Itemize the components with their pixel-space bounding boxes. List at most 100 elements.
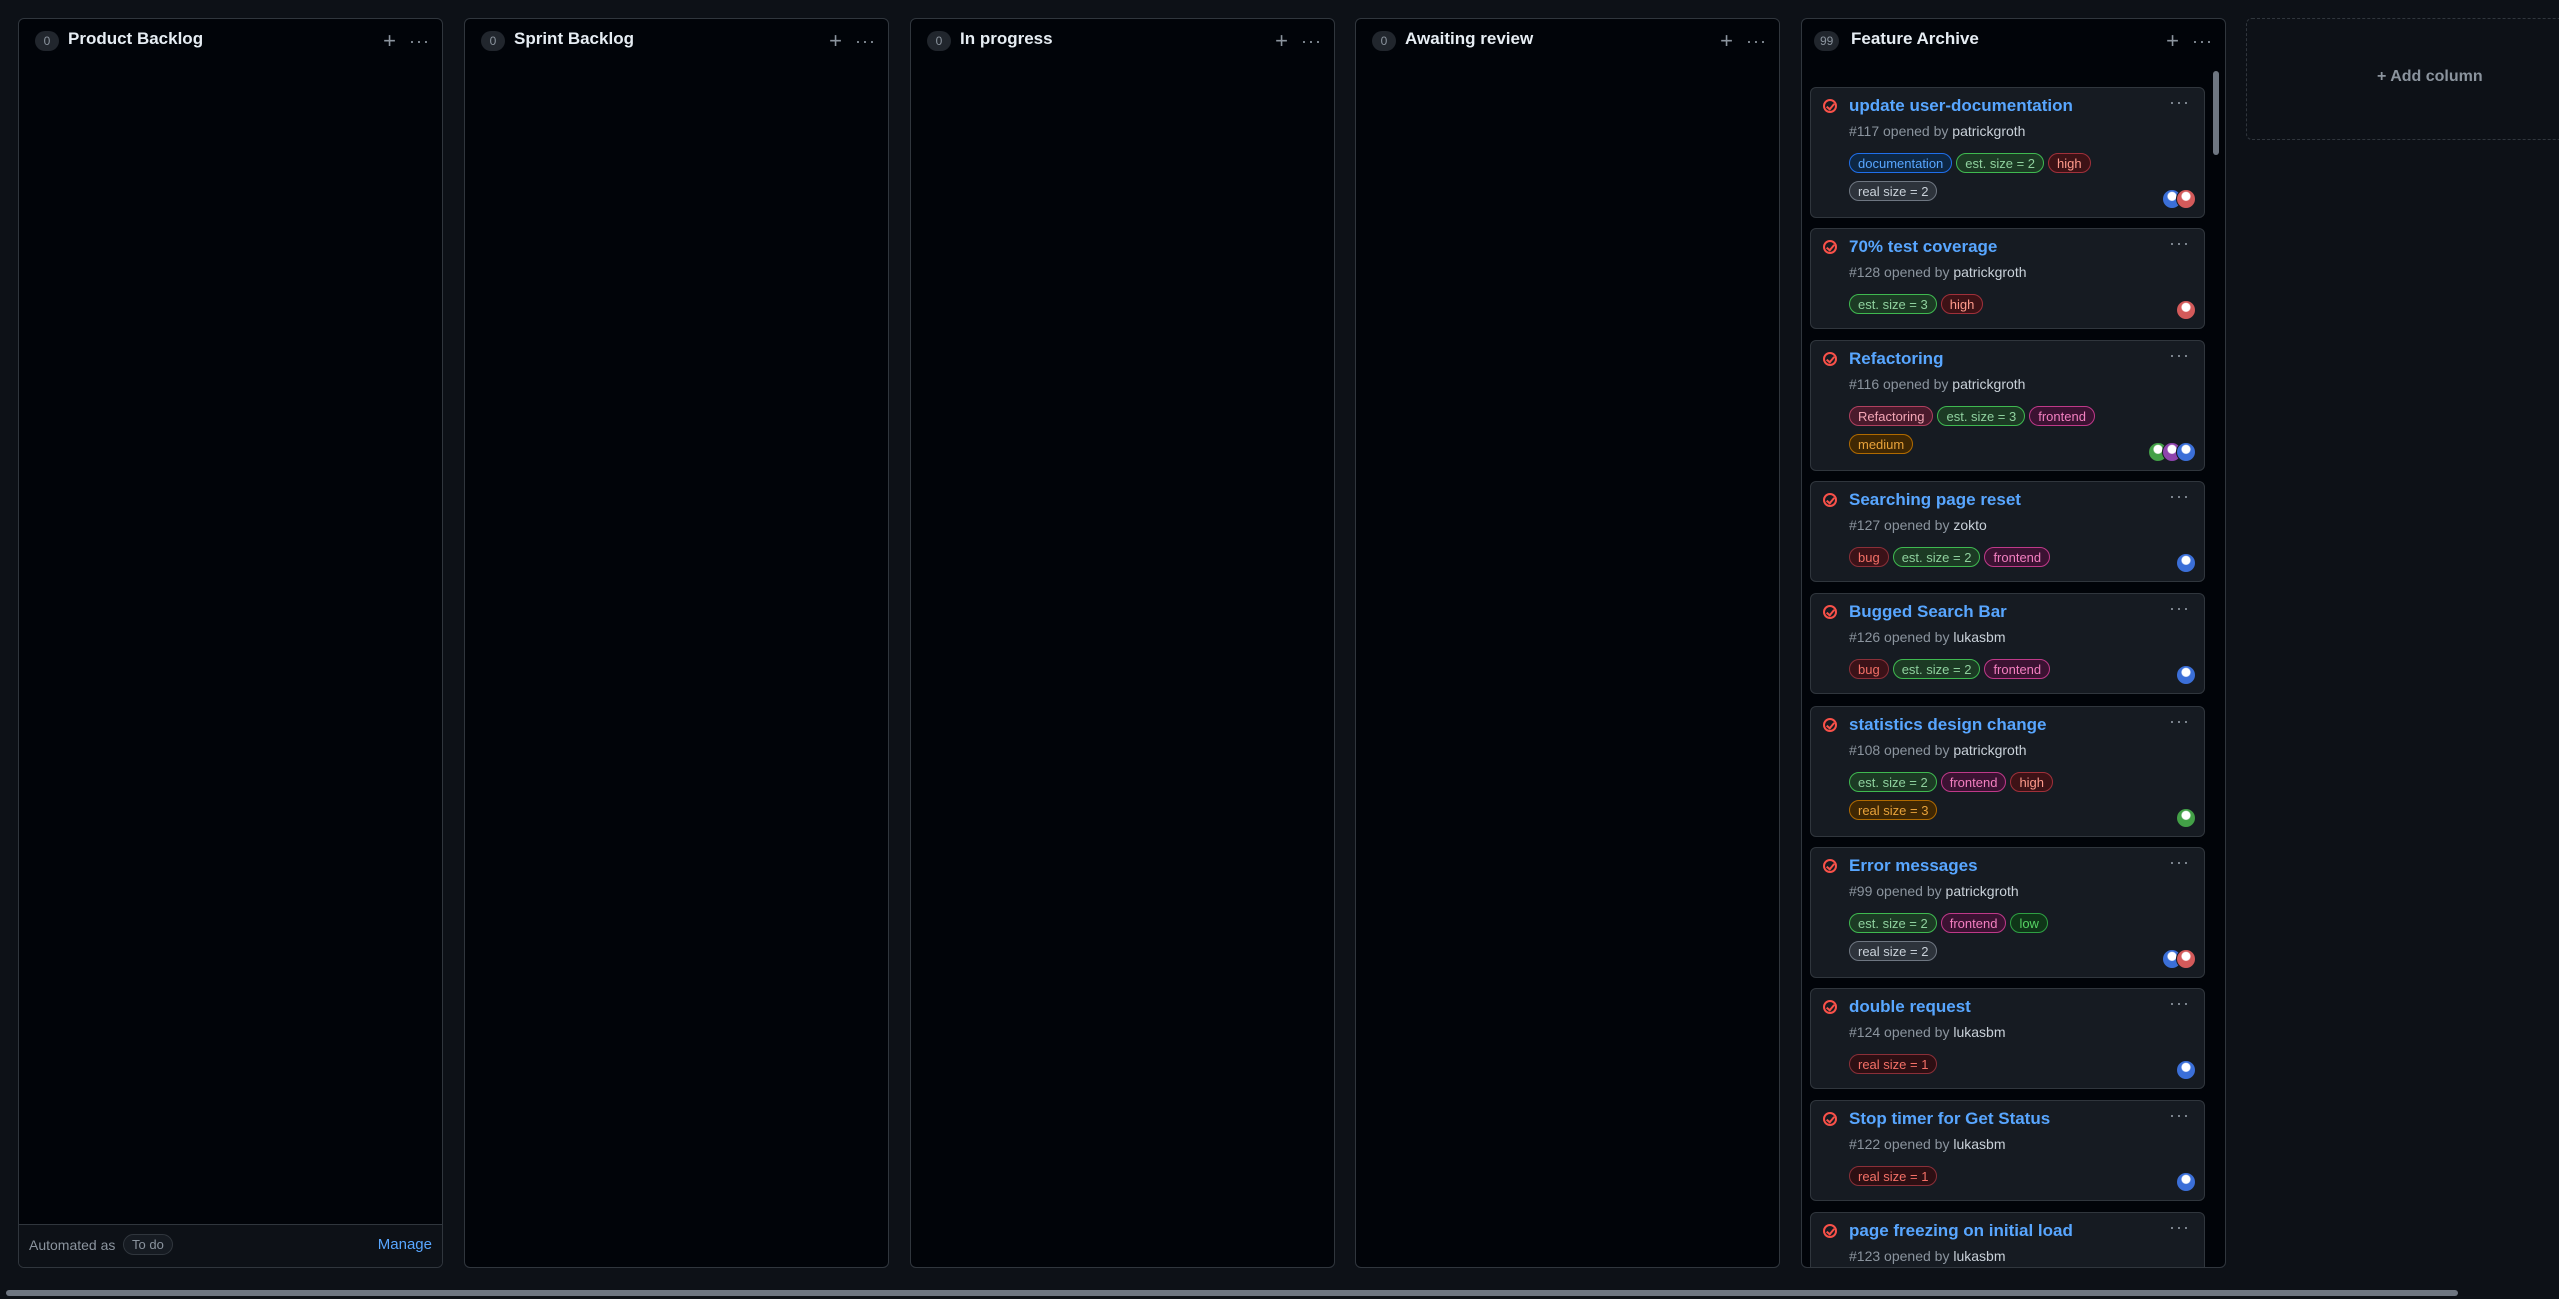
plus-icon[interactable]: + [829, 27, 842, 55]
issue-label[interactable]: est. size = 2 [1956, 153, 2045, 174]
avatar[interactable] [2176, 665, 2196, 685]
kebab-horizontal-icon[interactable]: ··· [1746, 27, 1767, 55]
kebab-horizontal-icon[interactable]: ··· [2169, 711, 2190, 732]
avatar[interactable] [2176, 553, 2196, 573]
kebab-horizontal-icon[interactable]: ··· [2169, 345, 2190, 366]
issue-card[interactable]: Bugged Search Bar ··· #126 opened by lukas… [1810, 593, 2205, 694]
issue-card[interactable]: Error messages ··· #99 opened by patrickgr… [1810, 847, 2205, 978]
avatar[interactable] [2176, 1172, 2196, 1192]
issue-author-link[interactable]: zokto [1953, 517, 1986, 533]
issue-label[interactable]: real size = 2 [1849, 181, 1938, 202]
issue-author-link[interactable]: patrickgroth [1946, 883, 2019, 899]
issue-title-link[interactable]: Searching page reset [1849, 490, 2021, 510]
kebab-horizontal-icon[interactable]: ··· [1301, 27, 1322, 55]
issue-author-link[interactable]: lukasbm [1953, 1136, 2005, 1152]
issue-title-link[interactable]: Refactoring [1849, 349, 1943, 369]
issue-label[interactable]: real size = 1 [1849, 1054, 1938, 1075]
issue-closed-icon [1823, 1224, 1837, 1238]
avatar[interactable] [2176, 949, 2196, 969]
kebab-horizontal-icon[interactable]: ··· [2169, 993, 2190, 1014]
issue-card[interactable]: Stop timer for Get Status ··· #122 opened … [1810, 1100, 2205, 1201]
plus-icon[interactable]: + [383, 27, 396, 55]
issue-label[interactable]: low [2010, 913, 2048, 934]
avatar[interactable] [2176, 300, 2196, 320]
issue-label[interactable]: est. size = 3 [1849, 294, 1937, 315]
issue-label[interactable]: est. size = 3 [1937, 406, 2026, 427]
issue-label[interactable]: frontend [1940, 913, 2007, 934]
issue-label[interactable]: high [2010, 772, 2054, 793]
avatar[interactable] [2176, 442, 2196, 462]
kebab-horizontal-icon[interactable]: ··· [2169, 1217, 2190, 1238]
issue-label[interactable]: bug [1849, 659, 1889, 680]
kebab-horizontal-icon[interactable]: ··· [2169, 598, 2190, 619]
column-title: Feature Archive [1851, 29, 1979, 48]
issue-label[interactable]: bug [1849, 547, 1889, 568]
issue-author-link[interactable]: lukasbm [1953, 1024, 2005, 1040]
kebab-horizontal-icon[interactable]: ··· [855, 27, 876, 55]
issue-title-link[interactable]: Stop timer for Get Status [1849, 1109, 2050, 1129]
issue-closed-icon [1823, 1000, 1837, 1014]
column-count: 0 [1372, 31, 1396, 51]
issue-label[interactable]: est. size = 2 [1849, 772, 1937, 793]
kebab-horizontal-icon[interactable]: ··· [2169, 486, 2190, 507]
issue-card[interactable]: 70% test coverage ··· #128 opened by patri… [1810, 228, 2205, 329]
kebab-horizontal-icon[interactable]: ··· [409, 27, 430, 55]
manage-link[interactable]: Manage [378, 1236, 432, 1253]
issue-label[interactable]: frontend [1984, 547, 2051, 568]
issue-title-link[interactable]: statistics design change [1849, 715, 2046, 735]
issue-author-link[interactable]: patrickgroth [1953, 264, 2026, 280]
issue-label[interactable]: high [2048, 153, 2091, 174]
issue-label[interactable]: est. size = 2 [1892, 547, 1981, 568]
issue-label[interactable]: documentation [1849, 153, 1953, 174]
issue-title-link[interactable]: 70% test coverage [1849, 237, 1997, 257]
opened-by-text: opened by [1884, 742, 1950, 758]
horizontal-scrollbar[interactable] [6, 1290, 2458, 1296]
issue-title-link[interactable]: double request [1849, 997, 1971, 1017]
avatar[interactable] [2176, 189, 2196, 209]
issue-card[interactable]: statistics design change ··· #108 opened b… [1810, 706, 2205, 837]
issue-card[interactable]: Refactoring ··· #116 opened by patrickgrot… [1810, 340, 2205, 471]
assignee-avatars [2176, 665, 2196, 685]
issue-title-link[interactable]: Bugged Search Bar [1849, 602, 2007, 622]
issue-label[interactable]: frontend [2029, 406, 2095, 427]
issue-label[interactable]: est. size = 2 [1892, 659, 1981, 680]
issue-author-link[interactable]: patrickgroth [1952, 123, 2025, 139]
column-count: 99 [1814, 31, 1840, 51]
issue-author-link[interactable]: patrickgroth [1953, 742, 2026, 758]
issue-label[interactable]: Refactoring [1849, 406, 1934, 427]
issue-label[interactable]: medium [1849, 434, 1914, 455]
plus-icon[interactable]: + [1720, 27, 1733, 55]
issue-meta: #108 opened by patrickgroth [1849, 742, 2027, 758]
issue-label[interactable]: frontend [1984, 659, 2051, 680]
kebab-horizontal-icon[interactable]: ··· [2169, 1105, 2190, 1126]
avatar[interactable] [2176, 1060, 2196, 1080]
issue-author-link[interactable]: patrickgroth [1952, 376, 2025, 392]
column-count: 0 [927, 31, 951, 51]
plus-icon[interactable]: + [1275, 27, 1288, 55]
issue-title-link[interactable]: update user-documentation [1849, 96, 2073, 116]
plus-icon[interactable]: + [2166, 27, 2179, 55]
issue-card[interactable]: page freezing on initial load ··· #123 ope… [1810, 1212, 2205, 1267]
issue-label[interactable]: real size = 3 [1849, 800, 1938, 821]
avatar[interactable] [2176, 808, 2196, 828]
vertical-scrollbar[interactable] [2213, 71, 2219, 155]
issue-number: #99 [1849, 883, 1873, 899]
issue-author-link[interactable]: lukasbm [1953, 1248, 2005, 1264]
issue-author-link[interactable]: lukasbm [1953, 629, 2005, 645]
kebab-horizontal-icon[interactable]: ··· [2192, 27, 2213, 55]
kebab-horizontal-icon[interactable]: ··· [2169, 233, 2190, 254]
issue-label[interactable]: est. size = 2 [1849, 913, 1937, 934]
issue-label[interactable]: real size = 2 [1849, 941, 1938, 962]
issue-card[interactable]: update user-documentation ··· #117 opened … [1810, 87, 2205, 218]
add-column-button[interactable]: + Add column [2377, 68, 2483, 86]
issue-label[interactable]: real size = 1 [1849, 1166, 1938, 1187]
issue-label[interactable]: frontend [1940, 772, 2007, 793]
issue-card[interactable]: Searching page reset ··· #127 opened by zo… [1810, 481, 2205, 582]
issue-title-link[interactable]: page freezing on initial load [1849, 1221, 2073, 1241]
issue-card[interactable]: double request ··· #124 opened by lukasbm r… [1810, 988, 2205, 1089]
issue-label[interactable]: high [1940, 294, 1984, 315]
issue-title-link[interactable]: Error messages [1849, 856, 1978, 876]
kebab-horizontal-icon[interactable]: ··· [2169, 852, 2190, 873]
kebab-horizontal-icon[interactable]: ··· [2169, 92, 2190, 113]
assignee-avatars [2148, 442, 2196, 462]
